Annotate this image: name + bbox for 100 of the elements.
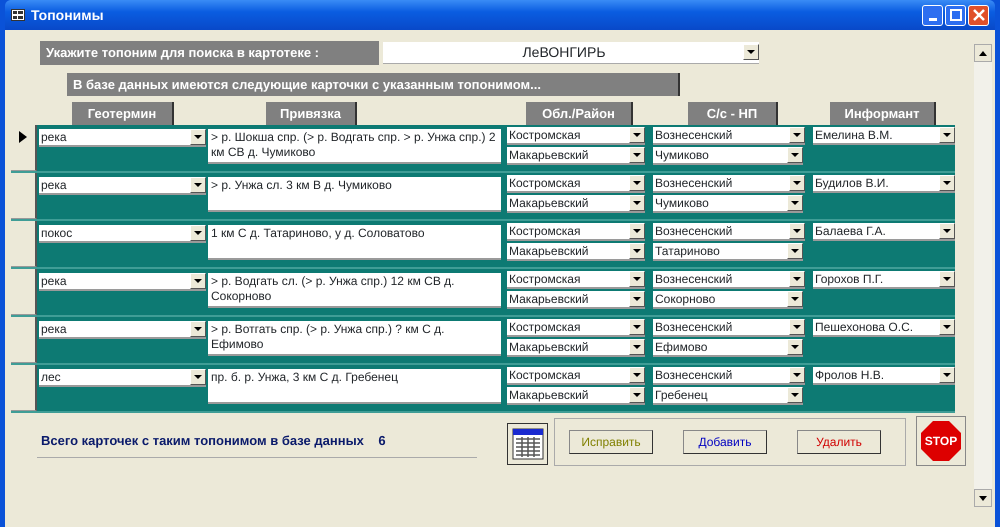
- vertical-scrollbar[interactable]: [974, 44, 992, 507]
- dropdown-arrow-icon: [791, 201, 799, 205]
- geoterm-combo[interactable]: покос: [39, 225, 206, 243]
- dropdown-arrow-icon: [633, 229, 641, 233]
- geoterm-combo[interactable]: река: [39, 273, 206, 291]
- dropdown-arrow-icon: [194, 279, 202, 283]
- district-combo[interactable]: Макарьевский: [507, 387, 645, 405]
- dropdown-arrow-icon: [943, 181, 951, 185]
- region-combo[interactable]: Костромская: [507, 223, 645, 241]
- dropdown-arrow-icon: [793, 373, 801, 377]
- info-label: В базе данных имеются следующие карточки с указанным топонимом...: [67, 72, 680, 96]
- informant-combo[interactable]: Фролов Н.В.: [813, 367, 955, 385]
- binding-field[interactable]: 1 км С д. Татариново, у д. Соловатово: [208, 225, 501, 260]
- scroll-up-button[interactable]: [974, 44, 992, 62]
- informant-combo[interactable]: Горохов П.Г.: [813, 271, 955, 289]
- settlement-combo[interactable]: Чумиково: [653, 195, 803, 213]
- council-combo[interactable]: Вознесенский: [653, 175, 805, 193]
- region-combo[interactable]: Костромская: [507, 175, 645, 193]
- council-combo[interactable]: Вознесенский: [653, 367, 805, 385]
- action-button[interactable]: Удалить: [797, 430, 881, 454]
- record-selector[interactable]: [11, 365, 37, 411]
- up-arrow-icon: [979, 50, 987, 56]
- binding-field[interactable]: > р. Унжа сл. 3 км В д. Чумиково: [208, 177, 501, 212]
- district-combo[interactable]: Макарьевский: [507, 339, 645, 357]
- council-combo[interactable]: Вознесенский: [653, 319, 805, 337]
- dropdown-arrow-icon: [633, 345, 641, 349]
- column-header: Геотермин: [72, 102, 174, 125]
- total-count-label: Всего карточек с таким топонимом в базе данных 6: [37, 431, 477, 458]
- window-title: Топонимы: [31, 6, 104, 24]
- dropdown-arrow-icon: [633, 153, 641, 157]
- district-combo[interactable]: Макарьевский: [507, 243, 645, 261]
- settlement-combo[interactable]: Татариново: [653, 243, 803, 261]
- geoterm-combo[interactable]: лес: [39, 369, 206, 387]
- informant-combo[interactable]: Пешехонова О.С.: [813, 319, 955, 337]
- region-combo[interactable]: Костромская: [507, 319, 645, 337]
- dropdown-arrow-icon: [791, 297, 799, 301]
- district-combo[interactable]: Макарьевский: [507, 291, 645, 309]
- dropdown-arrow-icon: [747, 50, 755, 54]
- dropdown-arrow-icon: [791, 153, 799, 157]
- record-selector[interactable]: [11, 269, 37, 315]
- settlement-combo[interactable]: Ефимово: [653, 339, 803, 357]
- council-combo[interactable]: Вознесенский: [653, 223, 805, 241]
- dropdown-arrow-icon: [633, 133, 641, 137]
- down-arrow-icon: [979, 496, 987, 500]
- dropdown-arrow-icon: [793, 277, 801, 281]
- dropdown-arrow-icon: [943, 133, 951, 137]
- record-selector[interactable]: [11, 173, 37, 219]
- binding-field[interactable]: > р. Шокша спр. (> р. Водгать спр. > р. Унжа спр.) 2 км СВ д. Чумиково: [208, 129, 501, 164]
- binding-field[interactable]: > р. Вотгать спр. (> р. Унжа спр.) ? км С д. Ефимово: [208, 321, 501, 356]
- toponym-combo[interactable]: ЛеВОНГИРЬ: [383, 42, 759, 64]
- dropdown-arrow-icon: [633, 181, 641, 185]
- maximize-button[interactable]: [945, 4, 966, 26]
- dropdown-arrow-icon: [793, 181, 801, 185]
- column-header: Информант: [830, 102, 936, 125]
- council-combo[interactable]: Вознесенский: [653, 271, 805, 289]
- dropdown-arrow-icon: [943, 277, 951, 281]
- region-combo[interactable]: Костромская: [507, 367, 645, 385]
- table-icon: [512, 428, 544, 460]
- form-icon: [11, 9, 25, 21]
- close-icon: [972, 9, 984, 21]
- settlement-combo[interactable]: Сокорново: [653, 291, 803, 309]
- minimize-button[interactable]: [922, 4, 943, 26]
- scroll-down-button[interactable]: [974, 489, 992, 507]
- record-selector[interactable]: [11, 317, 37, 363]
- informant-combo[interactable]: Будилов В.И.: [813, 175, 955, 193]
- dropdown-arrow-icon: [194, 135, 202, 139]
- column-header: Обл./Район: [526, 102, 633, 125]
- dropdown-arrow-icon: [194, 375, 202, 379]
- dropdown-arrow-icon: [633, 393, 641, 397]
- minimize-icon: [928, 18, 936, 20]
- column-header: Привязка: [266, 102, 357, 125]
- dropdown-arrow-icon: [194, 327, 202, 331]
- binding-field[interactable]: > р. Водгать сл. (> р. Унжа спр.) 12 км СВ д. Сокорново: [208, 273, 501, 308]
- council-combo[interactable]: Вознесенский: [653, 127, 805, 145]
- geoterm-combo[interactable]: река: [39, 321, 206, 339]
- district-combo[interactable]: Макарьевский: [507, 147, 645, 165]
- settlement-combo[interactable]: Гребенец: [653, 387, 803, 405]
- region-combo[interactable]: Костромская: [507, 271, 645, 289]
- dropdown-arrow-icon: [194, 183, 202, 187]
- dropdown-arrow-icon: [943, 229, 951, 233]
- dropdown-arrow-icon: [633, 201, 641, 205]
- informant-combo[interactable]: Балаева Г.А.: [813, 223, 955, 241]
- geoterm-combo[interactable]: река: [39, 129, 206, 147]
- column-header: С/с - НП: [688, 102, 778, 125]
- action-button[interactable]: Добавить: [683, 430, 767, 454]
- datasheet-button[interactable]: [507, 423, 548, 465]
- settlement-combo[interactable]: Чумиково: [653, 147, 803, 165]
- dropdown-arrow-icon: [943, 373, 951, 377]
- dropdown-arrow-icon: [793, 229, 801, 233]
- close-button[interactable]: [968, 4, 989, 26]
- geoterm-combo[interactable]: река: [39, 177, 206, 195]
- dropdown-arrow-icon: [194, 231, 202, 235]
- dropdown-arrow-icon: [633, 277, 641, 281]
- region-combo[interactable]: Костромская: [507, 127, 645, 145]
- record-selector[interactable]: [11, 221, 37, 267]
- search-label: Укажите топоним для поиска в картотеке :: [40, 41, 379, 64]
- informant-combo[interactable]: Емелина В.М.: [813, 127, 955, 145]
- binding-field[interactable]: пр. б. р. Унжа, 3 км С д. Гребенец: [208, 369, 501, 404]
- dropdown-arrow-icon: [791, 249, 799, 253]
- district-combo[interactable]: Макарьевский: [507, 195, 645, 213]
